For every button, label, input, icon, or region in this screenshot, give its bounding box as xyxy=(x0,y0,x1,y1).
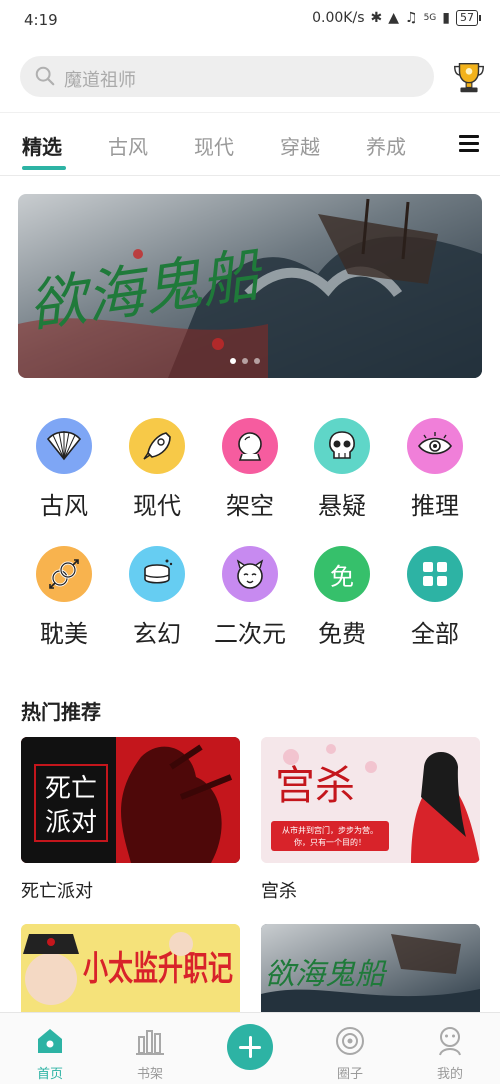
pagination-dot xyxy=(242,358,248,364)
nav-profile[interactable]: 我的 xyxy=(400,1013,500,1084)
battery-icon: 57 xyxy=(456,10,481,26)
pagination-dot xyxy=(254,358,260,364)
category-label: 耽美 xyxy=(40,620,88,648)
cover-title: 小太监升职记 xyxy=(83,949,233,989)
cell-signal-icon: ▮ xyxy=(442,10,450,26)
book-cover: 宫杀 从市井到宫门，步步为营。 你，只有一个目的！ xyxy=(261,737,480,863)
book-card[interactable]: 宫杀 从市井到宫门，步步为营。 你，只有一个目的！ 宫杀 xyxy=(261,737,480,903)
trophy-icon[interactable] xyxy=(450,58,488,96)
category-anime[interactable]: 二次元 xyxy=(204,546,296,649)
nav-bookshelf[interactable]: 书架 xyxy=(100,1013,200,1084)
tab-featured[interactable]: 精选 xyxy=(22,131,62,160)
cover-sub-line1: 从市井到宫门，步步为营。 xyxy=(282,825,378,835)
free-icon: 免 xyxy=(314,546,370,602)
tab-ancient[interactable]: 古风 xyxy=(108,131,148,160)
category-label: 玄幻 xyxy=(133,620,181,648)
eye-icon xyxy=(407,418,463,474)
cover-sub-line2: 你，只有一个目的！ xyxy=(294,837,366,847)
category-label: 架空 xyxy=(226,492,274,520)
category-label: 现代 xyxy=(133,492,181,520)
cover-title: 欲海鬼船 xyxy=(265,957,388,992)
tab-nurture[interactable]: 养成 xyxy=(366,131,406,160)
cover-title: 宫杀 xyxy=(275,763,355,809)
cover-text-line1: 死亡 xyxy=(45,774,97,804)
category-free[interactable]: 免 免费 xyxy=(296,546,388,649)
status-time: 4:19 xyxy=(24,11,58,29)
category-label: 悬疑 xyxy=(318,492,366,520)
tab-time-travel[interactable]: 穿越 xyxy=(280,131,320,160)
banner-image: 欲海鬼船 xyxy=(18,194,482,378)
network-type: 5G xyxy=(423,13,437,23)
magic-hat-icon xyxy=(129,546,185,602)
category-tabs: 精选 古风 现代 穿越 养成 xyxy=(0,112,500,176)
gender-icon xyxy=(36,546,92,602)
banner-pagination xyxy=(230,358,260,364)
add-button[interactable] xyxy=(227,1024,273,1070)
category-label: 免费 xyxy=(318,620,366,648)
book-cover[interactable]: 小太监升职记 xyxy=(21,924,240,1016)
category-all[interactable]: 全部 xyxy=(389,546,481,649)
book-title: 死亡派对 xyxy=(21,881,93,902)
rocket-icon xyxy=(129,418,185,474)
active-tab-indicator xyxy=(22,166,66,170)
grid-icon xyxy=(407,546,463,602)
category-label: 二次元 xyxy=(214,620,286,648)
category-ancient[interactable]: 古风 xyxy=(18,418,110,521)
nav-label: 我的 xyxy=(436,1067,463,1082)
search-input[interactable]: 魔道祖师 xyxy=(20,56,434,97)
circle-target-icon xyxy=(336,1027,364,1055)
category-label: 全部 xyxy=(411,620,459,648)
fan-icon xyxy=(36,418,92,474)
bookshelf-icon xyxy=(136,1030,164,1055)
category-xuanhuan[interactable]: 玄幻 xyxy=(111,546,203,649)
skull-icon xyxy=(314,418,370,474)
anime-face-icon xyxy=(222,546,278,602)
crystal-ball-icon xyxy=(222,418,278,474)
home-icon xyxy=(38,1029,62,1053)
banner-carousel[interactable]: 欲海鬼船 xyxy=(18,194,482,378)
search-icon xyxy=(35,66,55,86)
section-title-hot: 热门推荐 xyxy=(21,700,101,724)
category-label: 推理 xyxy=(411,492,459,520)
free-icon-text: 免 xyxy=(330,562,354,591)
category-fantasy-world[interactable]: 架空 xyxy=(204,418,296,521)
book-cover[interactable]: 欲海鬼船 xyxy=(261,924,480,1016)
network-speed: 0.00K/s xyxy=(312,10,365,26)
pagination-dot xyxy=(230,358,236,364)
nav-circle[interactable]: 圈子 xyxy=(300,1013,400,1084)
category-label: 古风 xyxy=(40,492,88,520)
mute-bell-icon: ♫ xyxy=(405,10,418,26)
search-placeholder: 魔道祖师 xyxy=(64,70,136,91)
nav-label: 书架 xyxy=(136,1067,163,1082)
category-suspense[interactable]: 悬疑 xyxy=(296,418,388,521)
tab-modern[interactable]: 现代 xyxy=(194,131,234,160)
signal-strength-icon: ▲ xyxy=(388,10,400,26)
category-modern[interactable]: 现代 xyxy=(111,418,203,521)
cover-text-line2: 派对 xyxy=(45,808,97,838)
category-danmei[interactable]: 耽美 xyxy=(18,546,110,649)
bluetooth-icon: ✱ xyxy=(370,10,383,26)
menu-icon[interactable] xyxy=(459,135,479,153)
nav-home[interactable]: 首页 xyxy=(0,1013,100,1084)
nav-label: 圈子 xyxy=(336,1067,363,1082)
nav-label: 首页 xyxy=(36,1067,63,1082)
book-title: 宫杀 xyxy=(261,881,297,902)
profile-icon xyxy=(439,1027,461,1056)
status-bar: 4:19 0.00K/s ✱ ▲ ♫ 5G ▮ 57 xyxy=(0,0,500,40)
status-icons: 0.00K/s ✱ ▲ ♫ 5G ▮ 57 xyxy=(312,10,481,26)
search-row: 魔道祖师 xyxy=(0,48,500,104)
category-mystery[interactable]: 推理 xyxy=(389,418,481,521)
book-cover: 死亡 派对 xyxy=(21,737,240,863)
book-card[interactable]: 死亡 派对 死亡派对 xyxy=(21,737,240,903)
